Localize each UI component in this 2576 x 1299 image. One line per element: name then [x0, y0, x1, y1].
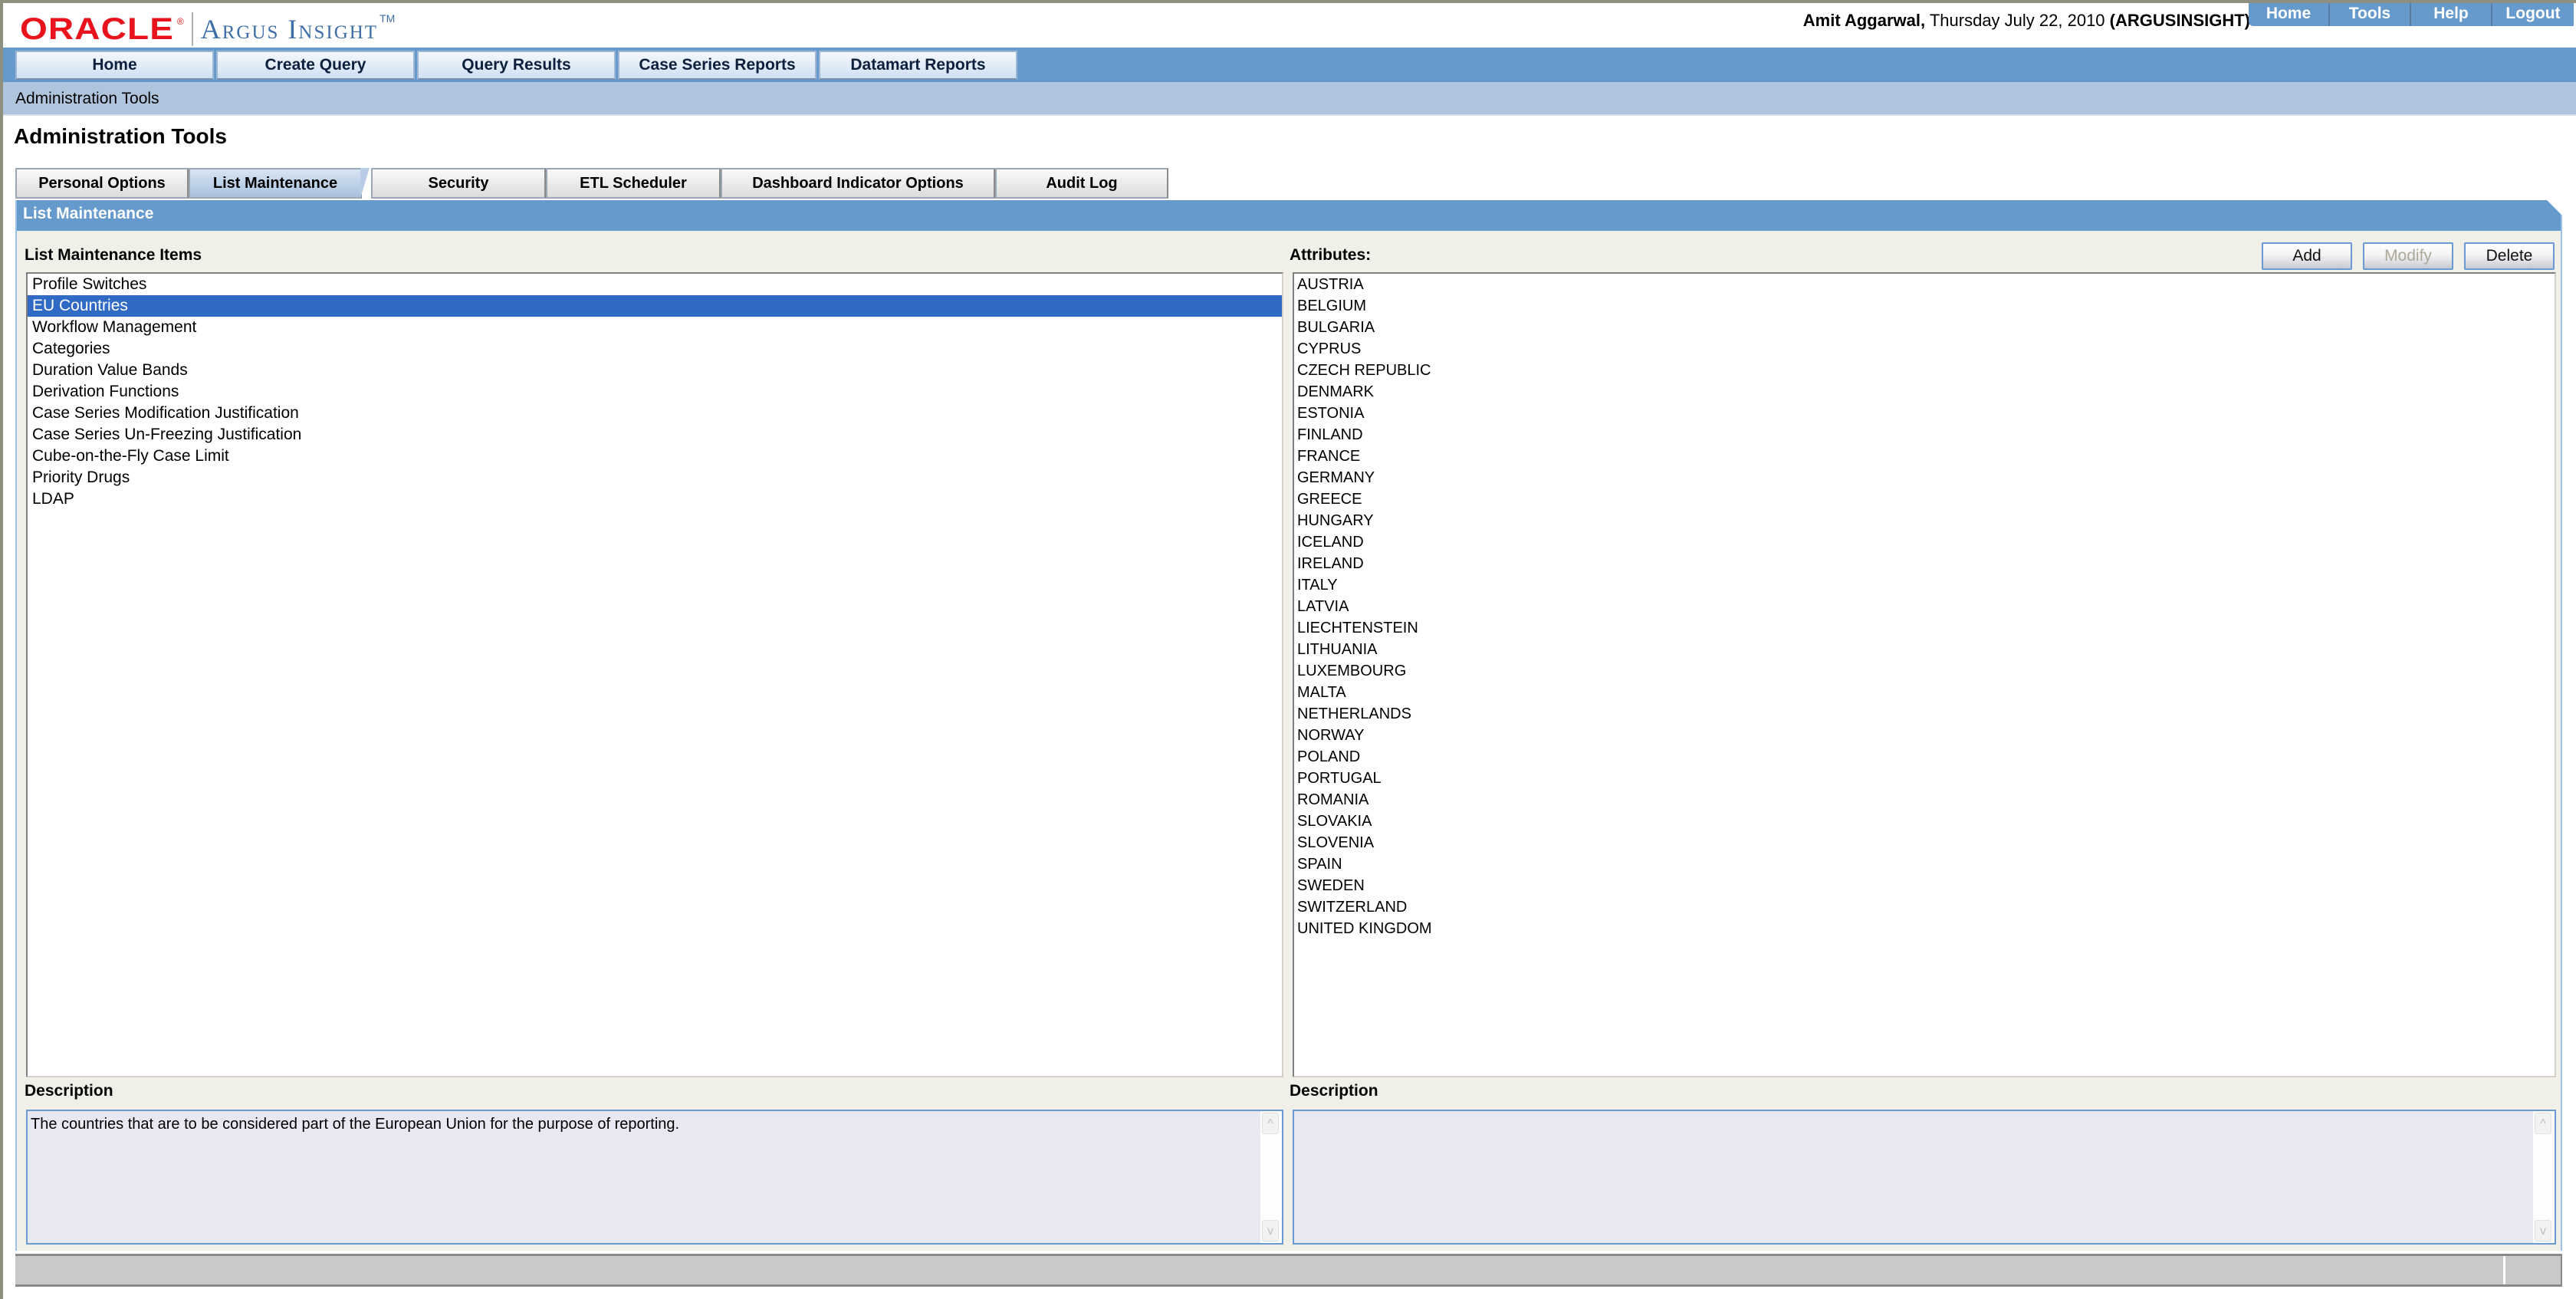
attribute-item[interactable]: ICELAND — [1294, 531, 2555, 553]
attribute-item[interactable]: SPAIN — [1294, 853, 2555, 875]
attribute-item[interactable]: BELGIUM — [1294, 295, 2555, 317]
attribute-item[interactable]: LUXEMBOURG — [1294, 660, 2555, 682]
logo-divider — [191, 12, 193, 46]
top-utility-nav: Home Tools Help Logout — [2249, 3, 2574, 26]
page-title: Administration Tools — [14, 124, 227, 148]
breadcrumb-text: Administration Tools — [15, 90, 159, 107]
list-maintenance-panel: List Maintenance List Maintenance Items … — [15, 200, 2562, 1251]
nav-case-series-reports-button[interactable]: Case Series Reports — [618, 51, 816, 80]
attribute-item[interactable]: FRANCE — [1294, 446, 2555, 467]
attribute-item[interactable]: LITHUANIA — [1294, 639, 2555, 660]
attribute-description-textarea[interactable]: ^ v — [1293, 1110, 2556, 1245]
current-date: Thursday July 22, 2010 — [1929, 11, 2105, 30]
attribute-item[interactable]: PORTUGAL — [1294, 768, 2555, 789]
attribute-item[interactable]: CYPRUS — [1294, 338, 2555, 360]
list-item[interactable]: LDAP — [28, 488, 1282, 510]
scrollbar[interactable]: ^ v — [2533, 1111, 2555, 1243]
breadcrumb: Administration Tools — [3, 82, 2576, 116]
list-item[interactable]: Categories — [28, 338, 1282, 360]
list-item[interactable]: Case Series Modification Justification — [28, 403, 1282, 424]
logo-product: Argus Insight — [200, 14, 379, 44]
list-item[interactable]: Workflow Management — [28, 317, 1282, 338]
attribute-item[interactable]: SLOVENIA — [1294, 832, 2555, 853]
trademark-mark: TM — [380, 12, 396, 25]
item-description-label: Description — [25, 1082, 113, 1100]
top-link-logout[interactable]: Logout — [2492, 3, 2574, 26]
nav-home-button[interactable]: Home — [15, 51, 214, 80]
header: ORACLE ® Argus Insight TM Amit Aggarwal,… — [3, 3, 2576, 46]
attribute-item[interactable]: MALTA — [1294, 682, 2555, 703]
logo-brand: ORACLE — [20, 12, 175, 46]
scroll-up-icon[interactable]: ^ — [1262, 1113, 1279, 1134]
list-maintenance-items-list[interactable]: Profile Switches EU Countries Workflow Man… — [26, 272, 1283, 1077]
user-name: Amit Aggarwal, — [1802, 11, 1926, 30]
attribute-item[interactable]: ITALY — [1294, 574, 2555, 596]
attribute-item[interactable]: LATVIA — [1294, 596, 2555, 617]
scroll-up-icon[interactable]: ^ — [2535, 1113, 2551, 1134]
attribute-item[interactable]: BULGARIA — [1294, 317, 2555, 338]
attribute-description-label: Description — [1290, 1082, 1378, 1100]
user-info: Amit Aggarwal, Thursday July 22, 2010 (A… — [1803, 11, 2250, 31]
modify-button[interactable]: Modify — [2363, 242, 2453, 270]
list-item[interactable]: Profile Switches — [28, 274, 1282, 295]
oracle-argus-logo: ORACLE ® Argus Insight TM — [20, 12, 395, 46]
scroll-down-icon[interactable]: v — [2535, 1220, 2551, 1241]
attribute-item[interactable]: CZECH REPUBLIC — [1294, 360, 2555, 381]
database-name: (ARGUSINSIGHT) — [2109, 11, 2250, 30]
attribute-item[interactable]: IRELAND — [1294, 553, 2555, 574]
scroll-down-icon[interactable]: v — [1262, 1220, 1279, 1241]
nav-create-query-button[interactable]: Create Query — [216, 51, 415, 80]
status-bar — [15, 1254, 2562, 1287]
list-item[interactable]: Duration Value Bands — [28, 360, 1282, 381]
attributes-label: Attributes: — [1290, 246, 1372, 264]
list-item[interactable]: Case Series Un-Freezing Justification — [28, 424, 1282, 446]
list-item[interactable]: Cube-on-the-Fly Case Limit — [28, 446, 1282, 467]
tab-etl-scheduler[interactable]: ETL Scheduler — [546, 168, 721, 199]
attribute-item[interactable]: NORWAY — [1294, 725, 2555, 746]
attributes-list[interactable]: AUSTRIA BELGIUM BULGARIA CYPRUS CZECH REPUBL… — [1293, 272, 2556, 1077]
tab-dashboard-indicator-options[interactable]: Dashboard Indicator Options — [721, 168, 995, 199]
attribute-item[interactable]: GREECE — [1294, 488, 2555, 510]
attribute-item[interactable]: SWITZERLAND — [1294, 896, 2555, 918]
tab-list-maintenance[interactable]: List Maintenance — [189, 168, 370, 199]
registered-mark: ® — [176, 16, 184, 27]
item-description-textarea[interactable]: The countries that are to be considered … — [26, 1110, 1283, 1245]
attribute-item[interactable]: NETHERLANDS — [1294, 703, 2555, 725]
tab-security[interactable]: Security — [371, 168, 546, 199]
top-link-tools[interactable]: Tools — [2330, 3, 2411, 26]
items-label: List Maintenance Items — [25, 246, 202, 264]
nav-query-results-button[interactable]: Query Results — [417, 51, 616, 80]
delete-button[interactable]: Delete — [2464, 242, 2555, 270]
item-description-text: The countries that are to be considered … — [31, 1116, 680, 1133]
main-nav: Home Create Query Query Results Case Ser… — [3, 48, 2576, 82]
list-item[interactable]: EU Countries — [28, 295, 1282, 317]
attribute-item[interactable]: UNITED KINGDOM — [1294, 918, 2555, 939]
tab-personal-options[interactable]: Personal Options — [15, 168, 189, 199]
list-item[interactable]: Derivation Functions — [28, 381, 1282, 403]
top-link-home[interactable]: Home — [2249, 3, 2330, 26]
attribute-item[interactable]: HUNGARY — [1294, 510, 2555, 531]
attribute-item[interactable]: DENMARK — [1294, 381, 2555, 403]
attribute-item[interactable]: AUSTRIA — [1294, 274, 2555, 295]
attribute-item[interactable]: ROMANIA — [1294, 789, 2555, 811]
attribute-item[interactable]: GERMANY — [1294, 467, 2555, 488]
admin-tabs: Personal Options List Maintenance Securi… — [15, 168, 1168, 199]
attribute-item[interactable]: LIECHTENSTEIN — [1294, 617, 2555, 639]
scrollbar[interactable]: ^ v — [1260, 1111, 1282, 1243]
attribute-item[interactable]: SLOVAKIA — [1294, 811, 2555, 832]
add-button[interactable]: Add — [2262, 242, 2352, 270]
attribute-item[interactable]: ESTONIA — [1294, 403, 2555, 424]
status-bar-divider — [2503, 1256, 2505, 1284]
panel-header: List Maintenance — [17, 200, 2562, 231]
nav-datamart-reports-button[interactable]: Datamart Reports — [819, 51, 1017, 80]
panel-title: List Maintenance — [23, 205, 154, 222]
attribute-item[interactable]: SWEDEN — [1294, 875, 2555, 896]
attribute-item[interactable]: POLAND — [1294, 746, 2555, 768]
list-item[interactable]: Priority Drugs — [28, 467, 1282, 488]
attribute-item[interactable]: FINLAND — [1294, 424, 2555, 446]
tab-audit-log[interactable]: Audit Log — [995, 168, 1168, 199]
top-link-help[interactable]: Help — [2411, 3, 2492, 26]
